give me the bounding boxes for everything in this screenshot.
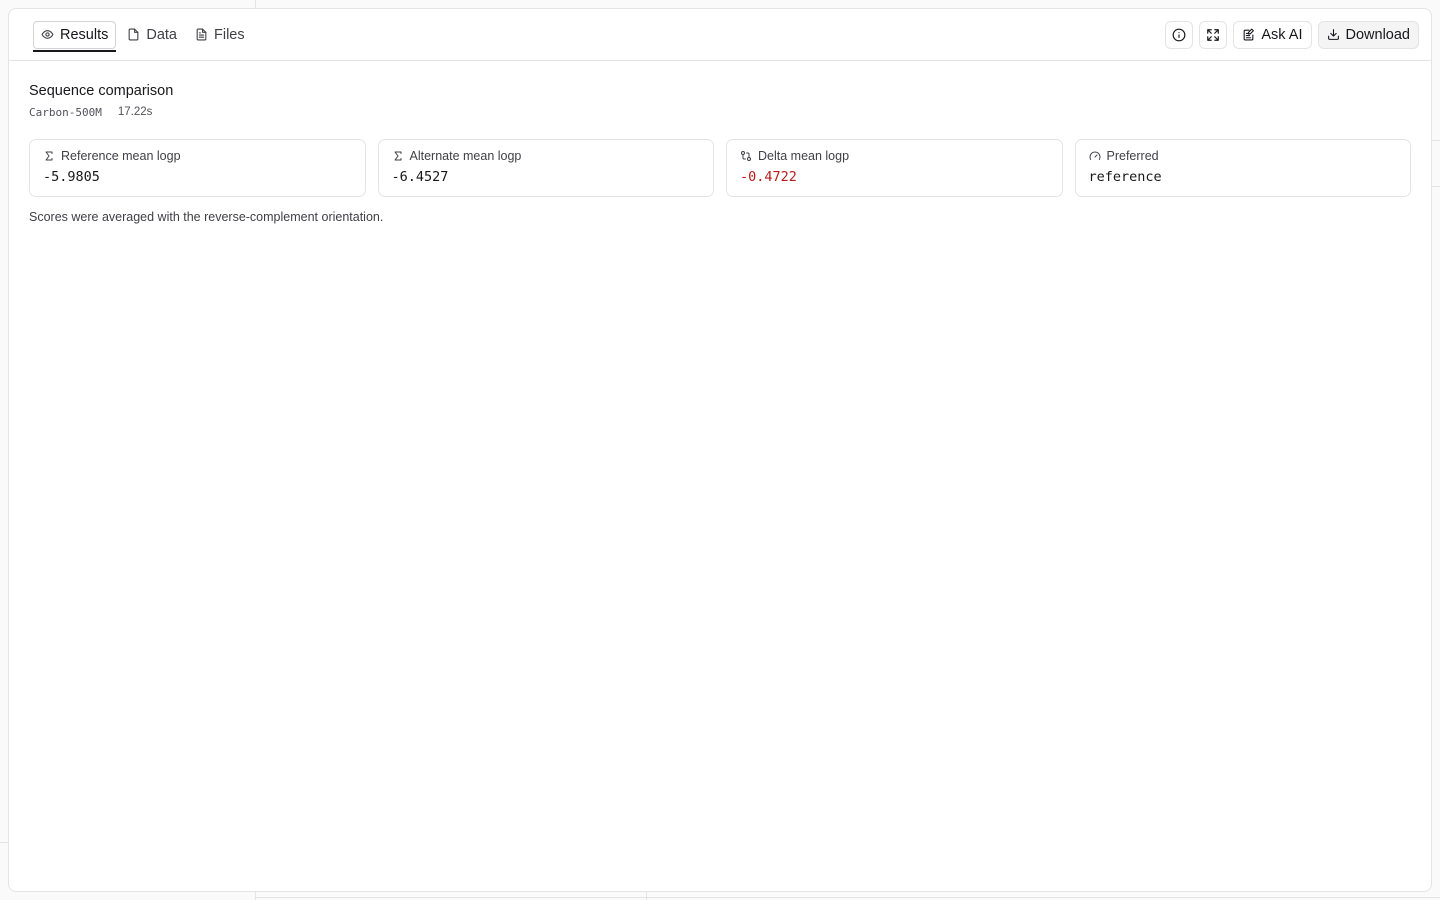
divider bbox=[255, 891, 256, 900]
results-panel: Results Data Files Ask AI Download Seque… bbox=[8, 8, 1432, 892]
metric-label-row: Delta mean logp bbox=[740, 149, 1049, 163]
results-content: Sequence comparison Carbon-500M 17.22s R… bbox=[9, 61, 1431, 224]
download-label: Download bbox=[1345, 26, 1411, 43]
expand-icon bbox=[1207, 28, 1220, 41]
metric-label-row: Reference mean logp bbox=[43, 149, 352, 163]
divider bbox=[255, 0, 256, 8]
tab-list: Results Data Files bbox=[33, 9, 252, 60]
metric-card-alternate: Alternate mean logp -6.4527 bbox=[377, 139, 714, 197]
metric-value: -5.9805 bbox=[43, 169, 100, 185]
tab-label: Data bbox=[146, 26, 177, 43]
tab-label: Files bbox=[214, 26, 245, 43]
metric-value: reference bbox=[1088, 169, 1162, 185]
tab-label: Results bbox=[60, 26, 109, 43]
metric-card-preferred: Preferred reference bbox=[1074, 139, 1411, 197]
result-meta: Carbon-500M 17.22s bbox=[29, 106, 1411, 119]
sigma-icon bbox=[45, 151, 53, 161]
gauge-icon bbox=[1089, 151, 1100, 160]
tab-results[interactable]: Results bbox=[33, 20, 117, 52]
result-note: Scores were averaged with the reverse-co… bbox=[29, 210, 384, 224]
metric-card-reference: Reference mean logp -5.9805 bbox=[29, 139, 366, 197]
eye-icon bbox=[41, 30, 54, 39]
ask-ai-label: Ask AI bbox=[1261, 26, 1303, 43]
file-icon bbox=[128, 28, 139, 41]
info-icon bbox=[1172, 28, 1186, 41]
divider bbox=[256, 897, 1440, 898]
metric-label: Reference mean logp bbox=[61, 149, 181, 163]
result-title: Sequence comparison bbox=[29, 83, 174, 99]
notebook-pen-icon bbox=[1244, 28, 1255, 41]
info-button[interactable] bbox=[1165, 20, 1194, 49]
toolbar-actions: Ask AI Download bbox=[1165, 20, 1419, 49]
ask-ai-button[interactable]: Ask AI bbox=[1233, 20, 1312, 49]
download-icon bbox=[1327, 29, 1339, 40]
metric-label: Delta mean logp bbox=[758, 149, 850, 163]
sigma-icon bbox=[394, 151, 401, 161]
tab-data[interactable]: Data bbox=[120, 21, 184, 49]
tab-files[interactable]: Files bbox=[188, 21, 252, 49]
metric-label-row: Preferred bbox=[1089, 149, 1398, 163]
metric-label-row: Alternate mean logp bbox=[392, 149, 701, 163]
run-duration: 17.22s bbox=[117, 106, 153, 118]
metric-label: Preferred bbox=[1106, 149, 1159, 163]
download-button[interactable]: Download bbox=[1317, 20, 1419, 49]
metric-label: Alternate mean logp bbox=[409, 149, 522, 163]
expand-button[interactable] bbox=[1199, 20, 1228, 49]
model-name: Carbon-500M bbox=[29, 106, 102, 119]
metric-value: -6.4527 bbox=[391, 169, 449, 185]
file-text-icon bbox=[196, 28, 207, 41]
metric-cards: Reference mean logp -5.9805 Alternate me… bbox=[29, 139, 1411, 197]
metric-value: -0.4722 bbox=[740, 169, 797, 185]
panel-toolbar: Results Data Files Ask AI Download bbox=[9, 9, 1431, 61]
divider bbox=[646, 891, 647, 900]
metric-card-delta: Delta mean logp -0.4722 bbox=[726, 139, 1063, 197]
git-compare-icon bbox=[741, 151, 751, 161]
